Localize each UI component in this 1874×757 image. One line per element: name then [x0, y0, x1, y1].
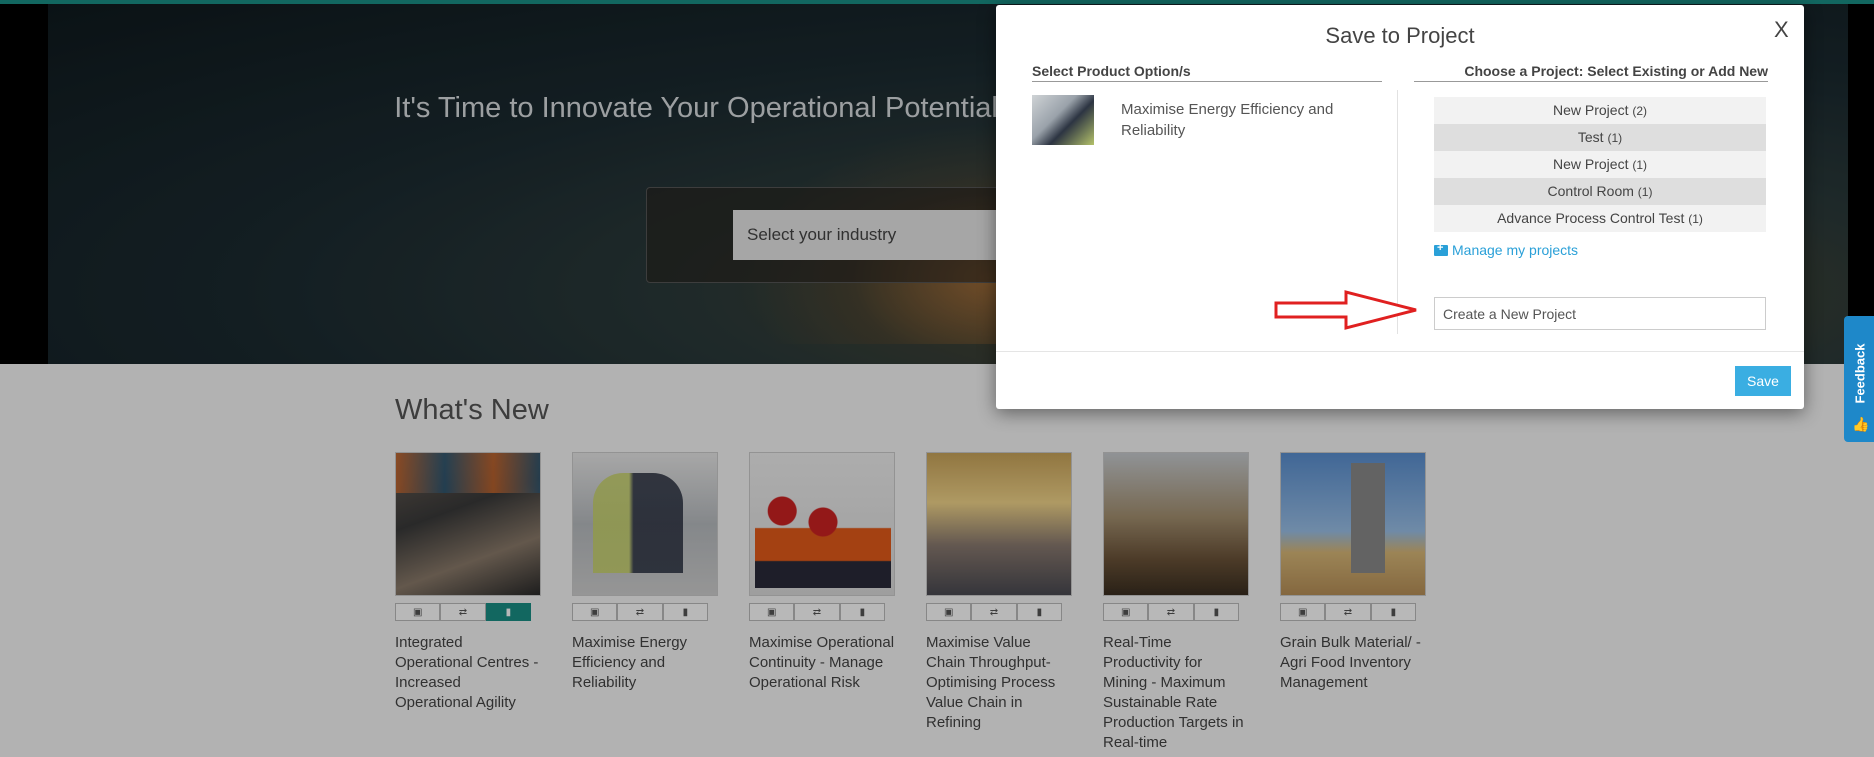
new-project-input[interactable]: [1434, 297, 1766, 330]
save-button[interactable]: Save: [1735, 366, 1791, 396]
project-item[interactable]: New Project (2): [1434, 97, 1766, 124]
project-count: (1): [1637, 185, 1653, 199]
save-to-project-modal: Save to Project X Select Product Option/…: [996, 5, 1804, 409]
modal-title: Save to Project: [1325, 23, 1475, 48]
project-name: Test: [1577, 129, 1604, 145]
product-thumbnail: [1032, 95, 1094, 145]
manage-projects-link[interactable]: Manage my projects: [1434, 242, 1578, 258]
manage-projects-label: Manage my projects: [1452, 242, 1579, 258]
project-item[interactable]: Advance Process Control Test (1): [1434, 205, 1766, 232]
arrow-shape: [1274, 290, 1417, 330]
product-name: Maximise Energy Efficiency and Reliabili…: [1121, 101, 1334, 139]
thumbs-up-icon: 👍: [1852, 416, 1870, 432]
project-item[interactable]: Control Room (1): [1434, 178, 1766, 205]
project-count: (1): [1607, 131, 1623, 145]
project-count: (1): [1632, 158, 1648, 172]
folder-plus-icon: [1434, 242, 1448, 256]
project-name: New Project: [1552, 156, 1629, 172]
project-name: Control Room: [1547, 183, 1634, 199]
feedback-label: Feedback: [1852, 343, 1868, 404]
project-name: Advance Process Control Test: [1497, 210, 1685, 226]
project-count: (2): [1632, 104, 1648, 118]
choose-project-heading: Choose a Project: Select Existing or Add…: [1414, 63, 1768, 82]
project-count: (1): [1688, 212, 1703, 226]
project-item[interactable]: Test (1): [1434, 124, 1766, 151]
feedback-tab[interactable]: Feedback 👍: [1844, 316, 1874, 442]
red-arrow-annotation: [1274, 290, 1417, 330]
product-options-heading: Select Product Option/s: [1032, 63, 1382, 82]
project-item[interactable]: New Project (1): [1434, 151, 1766, 178]
modal-footer-divider: [996, 351, 1804, 352]
project-list: New Project (2) Test (1) New Project (1)…: [1434, 97, 1766, 232]
close-icon[interactable]: X: [1774, 17, 1789, 43]
project-name: New Project: [1552, 102, 1629, 118]
